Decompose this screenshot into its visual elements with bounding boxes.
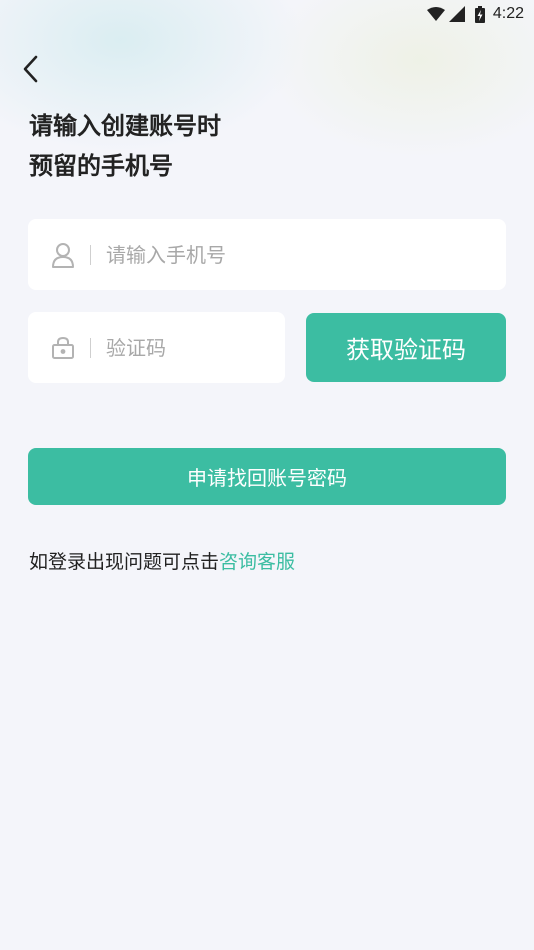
signal-icon	[448, 6, 465, 22]
status-time: 4:22	[492, 5, 524, 22]
battery-icon	[474, 5, 485, 23]
chevron-left-icon	[20, 54, 40, 88]
help-prefix: 如登录出现问题可点击	[29, 551, 220, 573]
submit-recovery-button[interactable]: 申请找回账号密码	[28, 448, 506, 505]
page-title-line-2: 预留的手机号	[29, 152, 173, 180]
wifi-icon	[426, 7, 445, 21]
code-input[interactable]	[106, 335, 246, 360]
user-icon	[50, 242, 76, 268]
back-button[interactable]	[14, 54, 46, 88]
customer-service-link[interactable]: 咨询客服	[219, 551, 295, 573]
page-title-line-1: 请输入创建账号时	[29, 112, 221, 140]
field-divider	[90, 244, 91, 265]
page-title: 请输入创建账号时 预留的手机号	[29, 106, 449, 186]
get-code-button[interactable]: 获取验证码	[306, 313, 506, 382]
help-text: 如登录出现问题可点击咨询客服	[29, 548, 295, 576]
field-divider	[90, 337, 91, 358]
phone-field[interactable]	[28, 219, 506, 290]
lock-icon	[50, 335, 76, 361]
code-field[interactable]	[28, 312, 285, 383]
status-bar: 4:22	[0, 0, 534, 28]
phone-input[interactable]	[106, 242, 406, 267]
